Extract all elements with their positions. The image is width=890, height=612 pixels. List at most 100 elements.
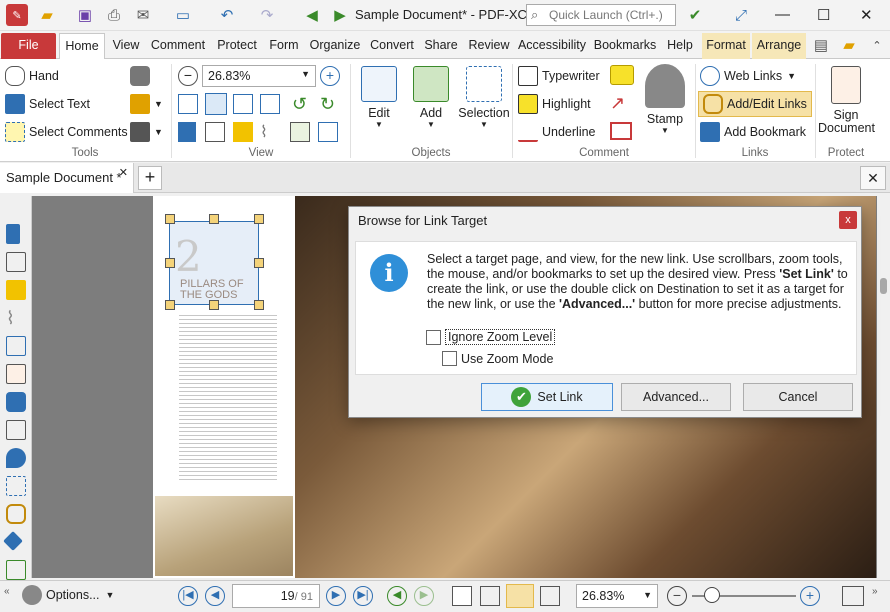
resize-handle[interactable] — [209, 214, 219, 224]
links-icon[interactable] — [6, 504, 26, 524]
sticky-note-icon[interactable] — [610, 65, 634, 85]
next-page-icon[interactable]: ▶ — [326, 586, 346, 606]
minimize-icon[interactable]: — — [775, 6, 790, 23]
underline-button[interactable]: Underline — [518, 122, 596, 142]
status-zoom-combobox[interactable]: 26.83% ▼ — [576, 584, 658, 608]
zoom-in-icon[interactable]: + — [800, 586, 820, 606]
single-page-view-icon[interactable] — [452, 586, 472, 606]
tab-home[interactable]: Home — [59, 33, 105, 60]
comments-icon[interactable] — [6, 280, 26, 300]
tab-organize[interactable]: Organize — [306, 33, 364, 59]
fit-visible-icon[interactable] — [260, 94, 280, 114]
back-icon[interactable]: ◀ — [302, 4, 322, 26]
forward-icon[interactable]: ▶ — [330, 4, 350, 26]
resize-handle[interactable] — [254, 300, 264, 310]
dialog-close-icon[interactable]: x — [839, 211, 857, 229]
rectangle-icon[interactable] — [610, 122, 632, 140]
add-bookmark-button[interactable]: Add Bookmark — [700, 122, 806, 142]
redo-icon[interactable]: ↷ — [256, 4, 278, 26]
tab-format[interactable]: Format — [702, 33, 750, 59]
tab-convert[interactable]: Convert — [366, 33, 418, 59]
open-files-icon[interactable]: ▰ — [838, 34, 860, 56]
sign-document-button[interactable]: Sign Document — [818, 66, 875, 135]
close-icon[interactable]: ✕ — [860, 6, 873, 24]
destinations-icon[interactable] — [6, 448, 26, 468]
content-icon[interactable] — [6, 336, 26, 356]
actual-size-icon[interactable] — [178, 94, 198, 114]
ignore-zoom-checkbox[interactable]: Ignore Zoom Level — [426, 329, 556, 345]
select-text-button[interactable]: Select Text — [5, 94, 90, 114]
clipboard-button[interactable]: ▼ — [130, 94, 163, 114]
resize-handle[interactable] — [209, 300, 219, 310]
tab-arrange[interactable]: Arrange — [752, 33, 806, 59]
print-icon[interactable]: ⎙ — [103, 4, 125, 26]
rotate-left-icon[interactable]: ↺ — [292, 94, 312, 114]
tab-view[interactable]: View — [108, 33, 144, 59]
selection-button[interactable]: Selection ▼ — [457, 66, 511, 129]
ui-options-icon[interactable]: ✔ — [684, 4, 706, 26]
fit-page-icon[interactable] — [205, 93, 227, 115]
stamp-button[interactable]: Stamp ▼ — [638, 64, 692, 135]
comments-panel-icon[interactable] — [233, 122, 253, 142]
resize-handle[interactable] — [165, 214, 175, 224]
snapshot-button[interactable] — [130, 66, 154, 86]
panel-collapse-icon[interactable]: « — [4, 586, 10, 597]
search-input[interactable]: ⌕ Quick Launch (Ctrl+.) — [526, 4, 676, 26]
new-tab-icon[interactable]: + — [138, 166, 162, 190]
web-links-button[interactable]: Web Links ▼ — [700, 66, 796, 86]
document-tab[interactable]: Sample Document * ✕ — [0, 163, 134, 193]
resize-handle[interactable] — [254, 214, 264, 224]
set-link-button[interactable]: ✔ Set Link — [481, 383, 613, 411]
resize-handle[interactable] — [165, 300, 175, 310]
tab-comment[interactable]: Comment — [146, 33, 210, 59]
checkbox-box[interactable] — [426, 329, 441, 345]
email-icon[interactable]: ✉ — [132, 4, 154, 26]
undo-icon[interactable]: ↶ — [216, 4, 238, 26]
structure-icon[interactable] — [6, 476, 26, 496]
tab-accessibility[interactable]: Accessibility — [516, 33, 588, 59]
order-icon[interactable] — [6, 560, 26, 580]
zoom-slider-thumb[interactable] — [704, 587, 720, 603]
scan-icon[interactable]: ▭ — [171, 4, 195, 26]
tab-bookmarks[interactable]: Bookmarks — [590, 33, 660, 59]
hand-tool-button[interactable]: Hand — [5, 66, 59, 86]
add-edit-links-button[interactable]: Add/Edit Links — [698, 91, 812, 117]
fit-page-status-icon[interactable] — [842, 586, 864, 606]
select-comments-button[interactable]: Select Comments — [5, 122, 128, 142]
bookmarks-icon[interactable] — [6, 224, 20, 244]
advanced-button[interactable]: Advanced... — [621, 383, 731, 411]
pages-panel-icon[interactable] — [205, 122, 225, 142]
fullscreen-icon[interactable]: ⤢ — [730, 4, 752, 26]
bookmarks-panel-icon[interactable] — [178, 122, 196, 142]
document-properties-icon[interactable]: ▤ — [810, 34, 832, 56]
options-button[interactable]: Options... ▼ — [22, 585, 114, 605]
last-page-icon[interactable]: ▶| — [353, 586, 373, 606]
page-number-input[interactable]: 19/ 91 — [232, 584, 320, 608]
panel-expand-icon[interactable]: » — [872, 586, 878, 597]
continuous-view-icon[interactable] — [480, 586, 500, 606]
signatures-icon[interactable] — [6, 364, 26, 384]
tab-protect[interactable]: Protect — [212, 33, 262, 59]
properties-panel-icon[interactable] — [290, 122, 310, 142]
scroll-thumb[interactable] — [880, 278, 887, 294]
arrow-icon[interactable]: ↗ — [610, 93, 634, 115]
edit-button[interactable]: Edit ▼ — [355, 66, 403, 129]
thumbnails-icon[interactable] — [6, 252, 26, 272]
close-document-icon[interactable]: ✕ — [860, 166, 886, 190]
forward-view-icon[interactable]: ▶ — [414, 586, 434, 606]
attachments-icon[interactable]: ⌇ — [260, 122, 280, 142]
tab-help[interactable]: Help — [662, 33, 698, 59]
typewriter-button[interactable]: Typewriter — [518, 66, 600, 86]
properties-icon[interactable] — [6, 420, 26, 440]
layers-settings-icon[interactable] — [318, 122, 338, 142]
previous-page-icon[interactable]: ◀ — [205, 586, 225, 606]
collapse-ribbon-icon[interactable]: ⌃ — [868, 34, 886, 56]
checkbox-box[interactable] — [442, 351, 457, 366]
rotate-right-icon[interactable]: ↻ — [320, 94, 340, 114]
tab-file[interactable]: File — [1, 33, 56, 59]
tab-form[interactable]: Form — [264, 33, 304, 59]
zoom-in-icon[interactable]: + — [320, 66, 340, 86]
back-view-icon[interactable]: ◀ — [387, 586, 407, 606]
resize-handle[interactable] — [165, 258, 175, 268]
use-zoom-mode-checkbox[interactable]: Use Zoom Mode — [442, 351, 553, 366]
